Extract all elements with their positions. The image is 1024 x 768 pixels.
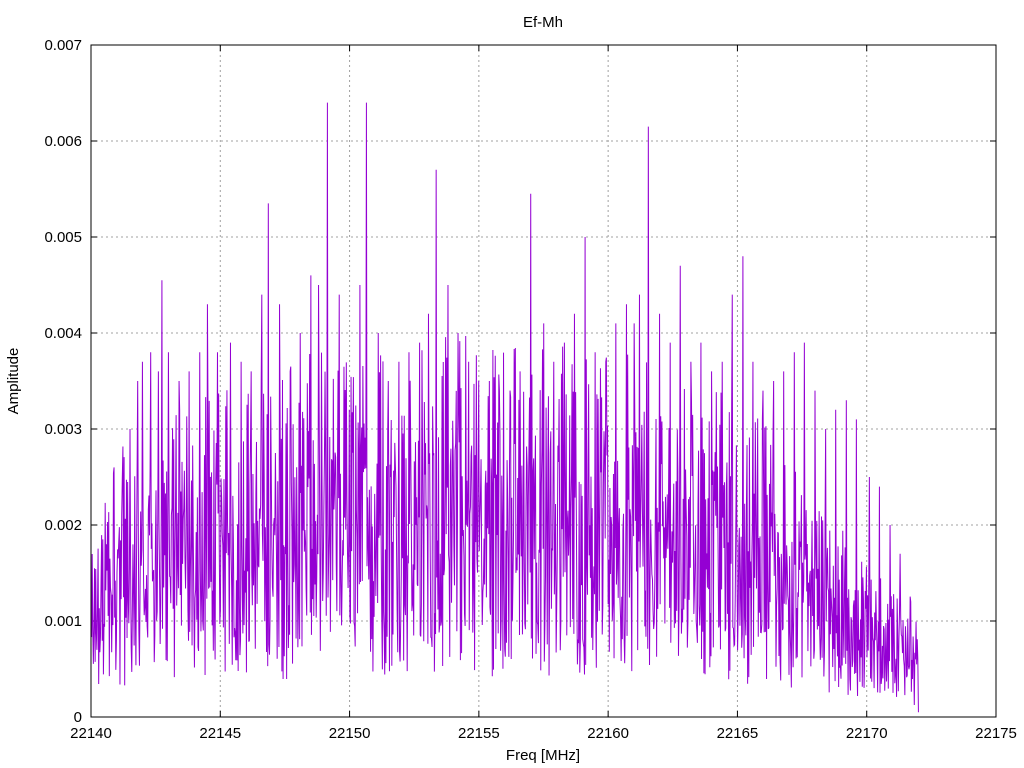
y-tick-label: 0.003	[44, 421, 82, 438]
y-tick-label: 0.007	[44, 37, 82, 54]
chart-title: Ef-Mh	[523, 14, 563, 31]
y-tick-label: 0	[74, 709, 82, 726]
x-tick-label: 22145	[199, 725, 241, 742]
spectrum-chart: Ef-Mh Freq [MHz] Amplitude 22140 22145 221…	[5, 14, 1017, 764]
x-tick-label: 22160	[587, 725, 629, 742]
x-tick-label: 22175	[975, 725, 1017, 742]
y-axis-title: Amplitude	[5, 348, 22, 415]
y-tick-label: 0.001	[44, 613, 82, 630]
y-tick-label: 0.005	[44, 229, 82, 246]
series-line	[90, 102, 919, 713]
plot-layer	[90, 102, 919, 713]
x-tick-label: 22165	[717, 725, 759, 742]
x-axis-title: Freq [MHz]	[506, 747, 580, 764]
x-tick-label: 22170	[846, 725, 888, 742]
x-tick-label: 22150	[329, 725, 371, 742]
y-tick-label: 0.006	[44, 133, 82, 150]
y-tick-label: 0.004	[44, 325, 82, 342]
x-tick-label: 22155	[458, 725, 500, 742]
x-tick-label: 22140	[70, 725, 112, 742]
y-tick-label: 0.002	[44, 517, 82, 534]
